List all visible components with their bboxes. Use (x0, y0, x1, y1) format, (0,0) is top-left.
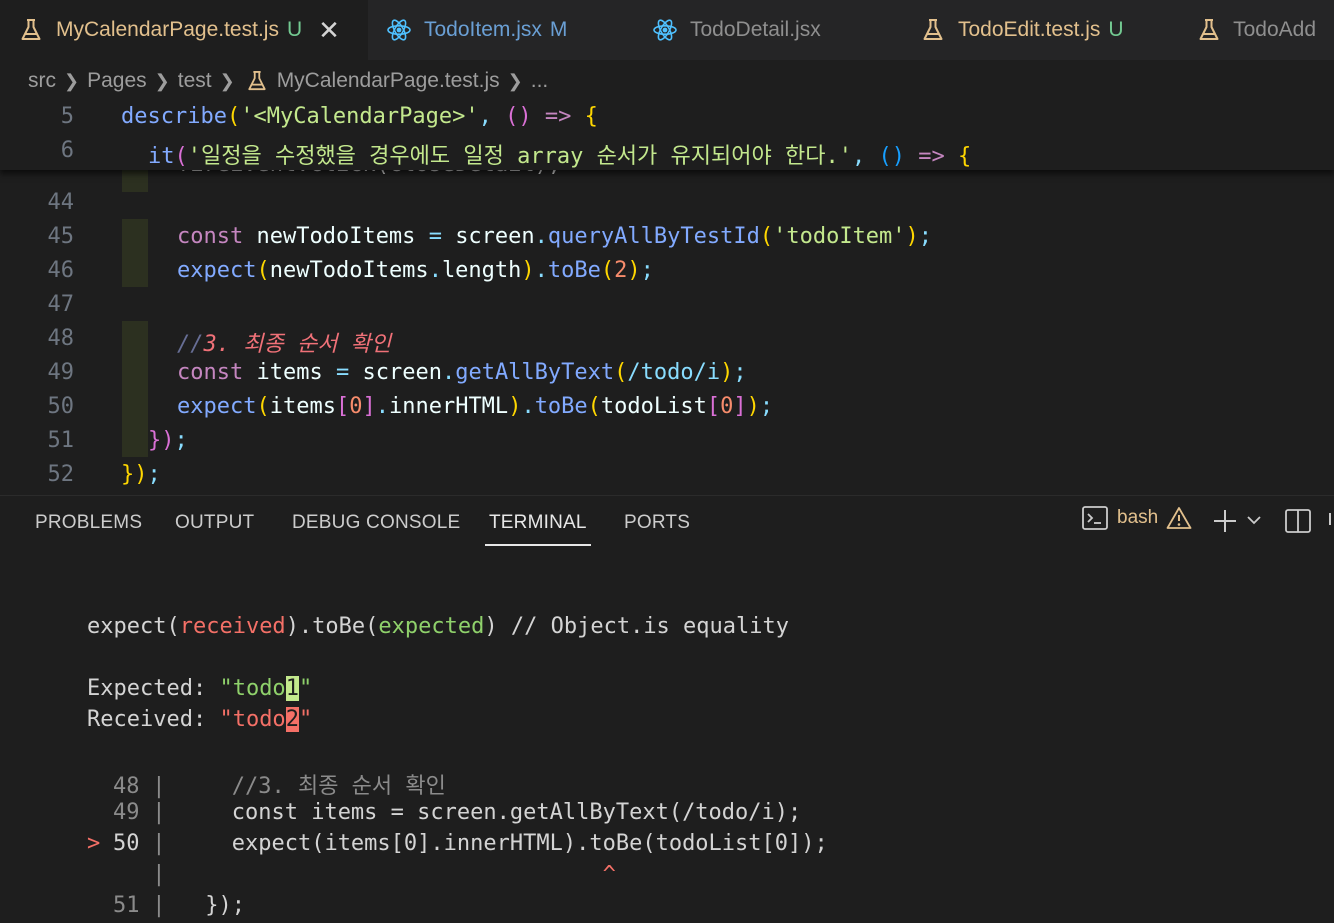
indent-guide (122, 423, 148, 457)
tab-label: MyCalendarPage.test.js (56, 18, 279, 41)
split-terminal-icon[interactable] (1285, 509, 1311, 533)
indent-guide (122, 321, 148, 423)
code-line: }); (121, 462, 161, 487)
tab-status: U (286, 18, 303, 41)
add-terminal-button[interactable] (1212, 508, 1238, 534)
tab-todoadd[interactable]: TodoAdd (1178, 0, 1334, 60)
chevron-right-icon: ❯ (154, 70, 170, 91)
flask-icon (18, 17, 44, 43)
tab-label: TodoDetail.jsx (690, 18, 821, 41)
tab-label: TodoAdd (1233, 18, 1316, 41)
matcher-hint: expect(received).toBe(expected) // Objec… (87, 614, 790, 639)
shell-name: bash (1117, 507, 1159, 528)
received-line: Received: "todo2" (87, 707, 313, 732)
code-editor[interactable]: 5 describe('<MyCalendarPage>', () => { 6… (0, 100, 1334, 492)
tab-todoedit-test[interactable]: TodoEdit.test.js U (902, 0, 1178, 60)
indent-guide (122, 219, 148, 287)
line-number: 47 (47, 292, 75, 317)
tab-ports[interactable]: PORTS (624, 512, 690, 534)
terminal-selector[interactable]: bash (1082, 506, 1192, 530)
line-number: 49 (47, 360, 75, 385)
line-number: 50 (47, 394, 75, 419)
warning-icon (1166, 506, 1192, 530)
tab-mycalendarpage-test[interactable]: MyCalendarPage.test.js U ✕ (0, 0, 368, 60)
line-number: 52 (47, 462, 75, 487)
line-number: 48 (47, 326, 75, 351)
code-line: const items = screen.getAllByText(/todo/… (177, 360, 747, 385)
tab-status: U (1108, 18, 1124, 41)
tab-terminal[interactable]: TERMINAL (485, 512, 591, 546)
snippet-caret: | ^ (139, 862, 616, 887)
tab-tododetail[interactable]: TodoDetail.jsx (634, 0, 902, 60)
tab-debug-console[interactable]: DEBUG CONSOLE (292, 512, 460, 534)
code-line: expect(newTodoItems.length).toBe(2); (177, 258, 654, 283)
chevron-right-icon: ❯ (507, 70, 523, 91)
code-line: expect(items[0].innerHTML).toBe(todoList… (177, 394, 774, 419)
code-line: describe('<MyCalendarPage>', () => { (121, 104, 598, 129)
chevron-right-icon: ❯ (64, 70, 80, 91)
flask-icon (920, 17, 946, 43)
line-number: 6 (60, 138, 74, 163)
expected-line: Expected: "todo1" (87, 676, 313, 701)
snippet-line: 48 | //3. 최종 순서 확인 (113, 774, 446, 799)
tab-todoitem[interactable]: TodoItem.jsx M (368, 0, 634, 60)
breadcrumb-item[interactable]: MyCalendarPage.test.js (277, 69, 500, 93)
line-number: 51 (47, 428, 75, 453)
breadcrumb-item[interactable]: ... (531, 69, 549, 93)
line-number: 44 (47, 190, 75, 215)
snippet-line: 51 | }); (113, 893, 245, 918)
snippet-line: 49 | const items = screen.getAllByText(/… (113, 800, 802, 825)
chevron-down-icon[interactable] (1246, 510, 1262, 530)
sticky-scroll-header[interactable]: 5 describe('<MyCalendarPage>', () => { 6… (0, 100, 1334, 170)
terminal-output[interactable]: expect(received).toBe(expected) // Objec… (0, 552, 1334, 923)
code-line: //3. 최종 순서 확인 (177, 332, 392, 357)
tab-problems[interactable]: PROBLEMS (35, 512, 142, 534)
breadcrumb: src ❯ Pages ❯ test ❯ MyCalendarPage.test… (28, 66, 548, 96)
flask-icon (247, 70, 267, 92)
code-line: const newTodoItems = screen.queryAllByTe… (177, 224, 933, 249)
line-number: 45 (47, 224, 75, 249)
flask-icon (1196, 17, 1221, 43)
breadcrumb-item[interactable]: Pages (87, 69, 147, 93)
tab-label: TodoItem.jsx (424, 18, 542, 41)
editor-tab-bar: MyCalendarPage.test.js U ✕ TodoItem.jsx … (0, 0, 1334, 60)
snippet-line-error: >50 | expect(items[0].innerHTML).toBe(to… (87, 831, 828, 856)
tab-output[interactable]: OUTPUT (175, 512, 254, 534)
react-icon (386, 17, 412, 43)
tab-label: TodoEdit.test.js (958, 18, 1101, 41)
code-line: }); (148, 428, 188, 453)
react-icon (652, 17, 678, 43)
close-icon[interactable]: ✕ (318, 17, 340, 43)
terminal-icon (1082, 506, 1108, 530)
breadcrumb-item[interactable]: test (178, 69, 212, 93)
chevron-right-icon: ❯ (219, 70, 235, 91)
more-icon[interactable] (1326, 509, 1334, 533)
breadcrumb-item[interactable]: src (28, 69, 56, 93)
code-line: it('일정을 수정했을 경우에도 일정 array 순서가 유지되어야 한다.… (148, 144, 972, 169)
tab-status: M (549, 18, 568, 41)
panel-header: PROBLEMS OUTPUT DEBUG CONSOLE TERMINAL P… (0, 495, 1334, 552)
line-number: 5 (60, 104, 74, 129)
line-number: 46 (47, 258, 75, 283)
